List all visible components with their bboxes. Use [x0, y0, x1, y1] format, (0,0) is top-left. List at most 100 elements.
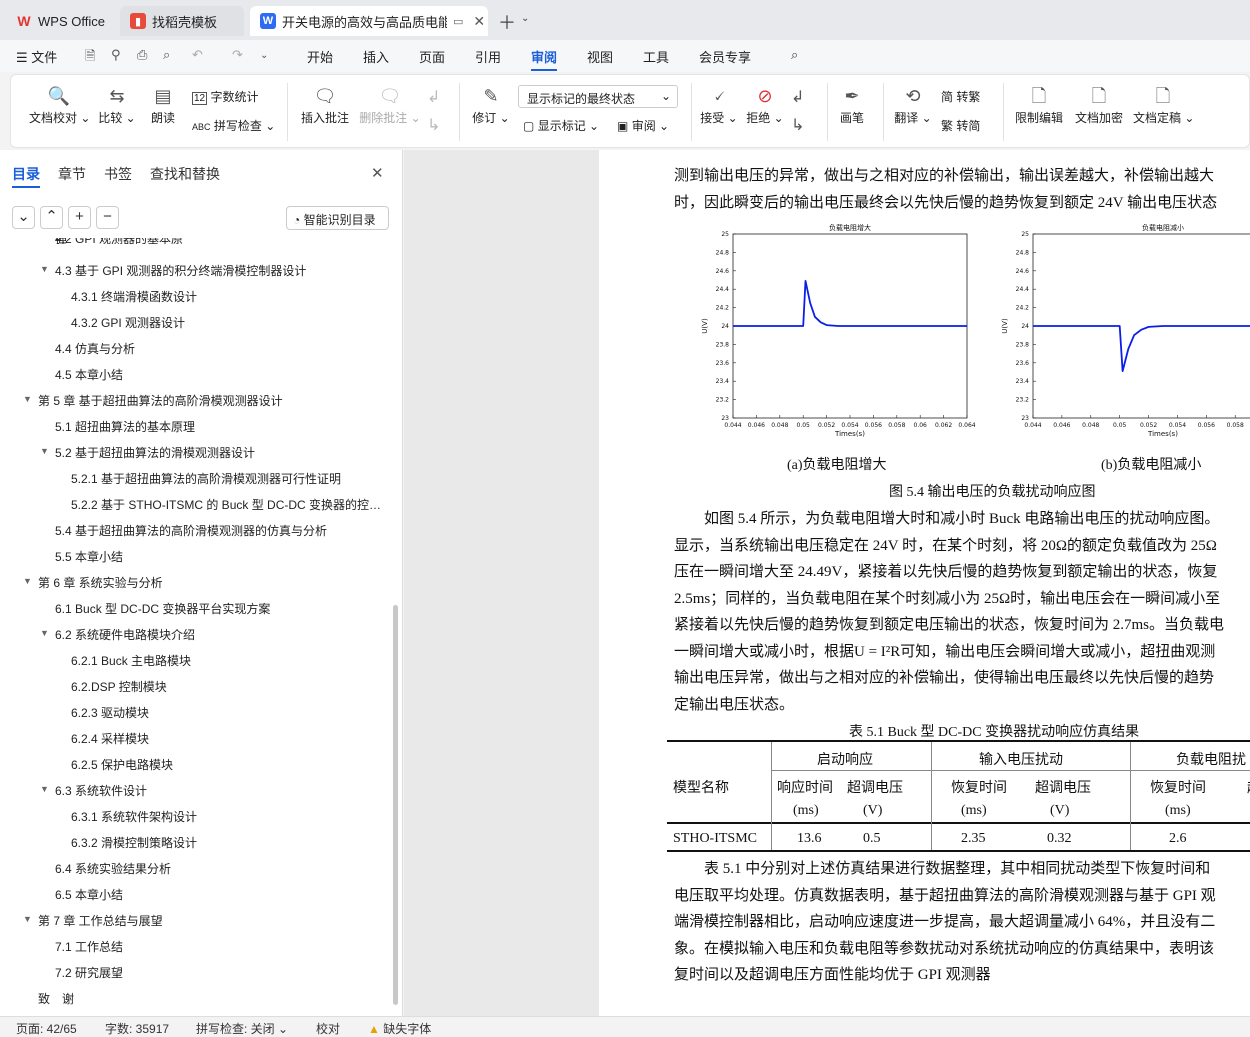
- more-chevron-icon[interactable]: ⌄: [260, 50, 268, 61]
- track-changes-button[interactable]: ✎ 修订 ⌄: [471, 83, 511, 126]
- toc-item[interactable]: 5.5 本章小结: [55, 548, 123, 565]
- finalize-doc-button[interactable]: 🗋 文档定稿 ⌄: [1133, 83, 1194, 126]
- page-indicator[interactable]: 页面: 42/65: [16, 1020, 77, 1037]
- save-icon[interactable]: 🗎: [85, 47, 95, 69]
- toc-item[interactable]: 第 7 章 工作总结与展望: [38, 912, 163, 929]
- to-traditional-button[interactable]: 简 转繁: [941, 88, 980, 105]
- menu-insert[interactable]: 插入: [363, 47, 389, 66]
- menu-home[interactable]: 开始: [307, 47, 333, 66]
- toc-item[interactable]: 6.3.1 系统软件架构设计: [71, 808, 197, 825]
- tab-wps-office[interactable]: W WPS Office: [6, 6, 114, 36]
- expand-toggle-icon[interactable]: ▼: [23, 394, 32, 404]
- encrypt-doc-button[interactable]: 🗋 文档加密: [1073, 83, 1125, 126]
- prev-change-icon[interactable]: ↲: [791, 87, 804, 107]
- review-pane-button[interactable]: ▣ 审阅 ⌄: [617, 117, 669, 134]
- markup-mode-select[interactable]: 显示标记的最终状态 ⌄: [518, 85, 678, 108]
- menu-member[interactable]: 会员专享: [699, 47, 751, 66]
- toc-item[interactable]: 5.2 基于超扭曲算法的滑模观测器设计: [55, 444, 255, 461]
- toc-item[interactable]: 第 6 章 系统实验与分析: [38, 574, 163, 591]
- print-icon[interactable]: ⎙: [137, 47, 147, 63]
- toc-item[interactable]: 4.4 仿真与分析: [55, 340, 135, 357]
- file-menu[interactable]: ☰ 文件: [16, 47, 57, 66]
- toc-item[interactable]: 5.1 超扭曲算法的基本原理: [55, 418, 195, 435]
- redo-icon[interactable]: ↷: [232, 47, 243, 63]
- toc-item[interactable]: 6.2.1 Buck 主电路模块: [71, 652, 191, 669]
- restrict-editing-button[interactable]: 🗋 限制编辑: [1013, 83, 1065, 126]
- proofread-button[interactable]: 🔍 文档校对 ⌄: [29, 83, 90, 126]
- delete-comment-button[interactable]: 🗨 删除批注 ⌄: [359, 83, 421, 126]
- read-aloud-button[interactable]: ▤ 朗读: [147, 83, 179, 126]
- toc-item[interactable]: 7.2 研究展望: [55, 964, 123, 981]
- menu-page[interactable]: 页面: [419, 47, 445, 66]
- menu-review[interactable]: 审阅: [531, 47, 557, 66]
- tab-chapters[interactable]: 章节: [58, 164, 86, 184]
- link-icon[interactable]: ⚲: [111, 47, 121, 63]
- toc-item[interactable]: 4.5 本章小结: [55, 366, 123, 383]
- next-comment-icon[interactable]: ↳: [427, 115, 440, 135]
- to-simplified-button[interactable]: 繁 转简: [941, 117, 980, 134]
- pen-button[interactable]: ✒ 画笔: [837, 83, 867, 126]
- menu-reference[interactable]: 引用: [475, 47, 501, 66]
- collapse-all-button[interactable]: ⌄: [12, 206, 35, 229]
- spell-check-button[interactable]: ABC 拼写检查 ⌄: [192, 117, 275, 134]
- toc-item[interactable]: 7.1 工作总结: [55, 938, 123, 955]
- show-markup-button[interactable]: ▢ 显示标记 ⌄: [523, 117, 599, 134]
- expand-toggle-icon[interactable]: ▼: [40, 784, 49, 794]
- undo-icon[interactable]: ↶: [192, 47, 203, 63]
- expand-all-button[interactable]: ⌃: [40, 206, 63, 229]
- chevron-down-icon[interactable]: ⌄: [521, 13, 529, 24]
- toc-item[interactable]: 5.4 基于超扭曲算法的高阶滑模观测器的仿真与分析: [55, 522, 327, 539]
- missing-font-status[interactable]: ▲ 缺失字体: [368, 1020, 431, 1037]
- expand-toggle-icon[interactable]: ▼: [23, 576, 32, 586]
- toc-item[interactable]: 第 5 章 基于超扭曲算法的高阶滑模观测器设计: [38, 392, 283, 409]
- toc-item[interactable]: 6.2.DSP 控制模块: [71, 678, 167, 695]
- toc-item[interactable]: 6.2.5 保护电路模块: [71, 756, 173, 773]
- toc-item[interactable]: 4.3.1 终端滑模函数设计: [71, 288, 197, 305]
- toc-item[interactable]: 6.4 系统实验结果分析: [55, 860, 171, 877]
- tab-bookmarks[interactable]: 书签: [104, 164, 132, 184]
- tab-docer-templates[interactable]: ▮ 找稻壳模板: [120, 6, 244, 36]
- remove-heading-button[interactable]: −: [96, 206, 119, 229]
- close-tab-icon[interactable]: ✕: [473, 13, 485, 30]
- expand-toggle-icon[interactable]: ▼: [40, 264, 49, 274]
- toc-item[interactable]: 6.2.4 采样模块: [71, 730, 149, 747]
- accept-button[interactable]: 🗸 接受 ⌄: [699, 83, 739, 126]
- toc-item[interactable]: 5.2.1 基于超扭曲算法的高阶滑模观测器可行性证明: [71, 470, 341, 487]
- toc-item[interactable]: 6.2.3 驱动模块: [71, 704, 149, 721]
- menu-tools[interactable]: 工具: [643, 47, 669, 66]
- window-icon[interactable]: ▭: [453, 15, 463, 28]
- toc-item[interactable]: 4.3 基于 GPI 观测器的积分终端滑模控制器设计: [55, 262, 306, 279]
- tab-document[interactable]: W 开关电源的高效与高品质电能 ▭ ✕: [250, 6, 488, 36]
- search-icon[interactable]: ⌕: [791, 47, 798, 63]
- toc-item[interactable]: 6.1 Buck 型 DC-DC 变换器平台实现方案: [55, 600, 270, 617]
- tab-find-replace[interactable]: 查找和替换: [150, 164, 220, 184]
- new-tab-plus-icon[interactable]: ＋: [498, 9, 516, 35]
- add-heading-button[interactable]: +: [68, 206, 91, 229]
- expand-toggle-icon[interactable]: ▼: [40, 446, 49, 456]
- word-count-status[interactable]: 字数: 35917: [105, 1020, 169, 1037]
- word-count-button[interactable]: 12 字数统计: [192, 88, 258, 105]
- expand-toggle-icon[interactable]: ▼: [40, 628, 49, 638]
- reject-button[interactable]: ⊘ 拒绝 ⌄: [745, 83, 785, 126]
- next-change-icon[interactable]: ↳: [791, 115, 804, 135]
- print-preview-icon[interactable]: ⌕: [163, 47, 170, 63]
- insert-comment-button[interactable]: 🗨 插入批注: [299, 83, 351, 126]
- document-page[interactable]: 测到输出电压的异常，做出与之相对应的补偿输出，输出误差越大，补偿输出越大 时，因…: [599, 150, 1250, 1016]
- toc-item[interactable]: 6.3.2 滑模控制策略设计: [71, 834, 197, 851]
- toc-item[interactable]: 6.3 系统软件设计: [55, 782, 147, 799]
- toc-item[interactable]: 6.5 本章小结: [55, 886, 123, 903]
- spell-check-status[interactable]: 拼写检查: 关闭 ⌄: [196, 1020, 288, 1037]
- prev-comment-icon[interactable]: ↲: [427, 87, 440, 107]
- expand-toggle-icon[interactable]: ▼: [23, 914, 32, 924]
- close-pane-icon[interactable]: ✕: [371, 164, 384, 182]
- translate-button[interactable]: ⟲ 翻译 ⌄: [893, 83, 933, 126]
- toc-item[interactable]: 5.2.2 基于 STHO-ITSMC 的 Buck 型 DC-DC 变换器的控…: [71, 496, 381, 513]
- toc-item[interactable]: 致 谢: [38, 990, 74, 1007]
- menu-view[interactable]: 视图: [587, 47, 613, 66]
- proof-status[interactable]: 校对: [316, 1020, 340, 1037]
- compare-button[interactable]: ⇆ 比较 ⌄: [97, 83, 137, 126]
- smart-toc-button[interactable]: ◔ 智能识别目录: [286, 206, 389, 230]
- toc-scrollbar[interactable]: [393, 605, 398, 1005]
- toc-item[interactable]: 6.2 系统硬件电路模块介绍: [55, 626, 195, 643]
- toc-item[interactable]: 4.3.2 GPI 观测器设计: [71, 314, 185, 331]
